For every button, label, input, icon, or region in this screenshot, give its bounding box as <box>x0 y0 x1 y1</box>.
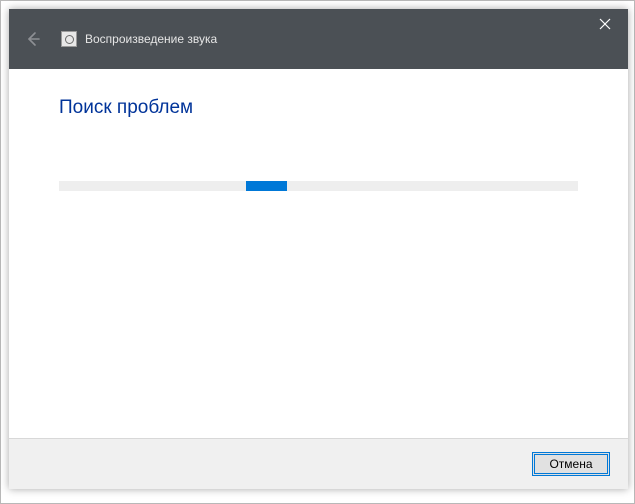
back-arrow-icon <box>24 30 42 48</box>
page-heading: Поиск проблем <box>59 97 578 119</box>
back-button[interactable] <box>23 29 43 49</box>
progress-bar <box>59 181 578 191</box>
progress-chunk <box>246 181 288 191</box>
cancel-button[interactable]: Отмена <box>532 452 610 476</box>
titlebar: Воспроизведение звука <box>9 9 628 69</box>
footer: Отмена <box>9 438 628 489</box>
window-title: Воспроизведение звука <box>85 32 217 46</box>
troubleshooter-icon <box>61 31 77 47</box>
close-button[interactable] <box>582 9 628 39</box>
content-area: Поиск проблем <box>9 69 628 438</box>
dialog-window: Воспроизведение звука Поиск проблем Отме… <box>9 9 628 489</box>
close-icon <box>599 18 611 30</box>
